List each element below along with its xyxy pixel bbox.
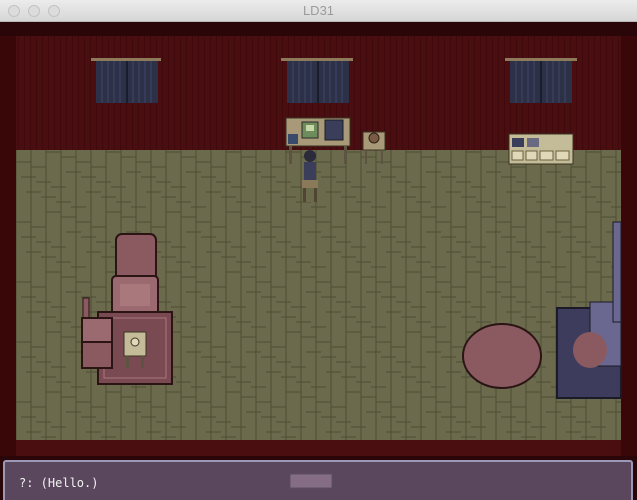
left-wall bbox=[0, 36, 16, 456]
window-curtain-center bbox=[281, 58, 353, 103]
kitchen-counter bbox=[508, 133, 574, 165]
window-title: LD31 bbox=[302, 3, 335, 18]
game-canvas[interactable]: ?: (Hello.) bbox=[0, 22, 637, 500]
armchair bbox=[111, 233, 159, 321]
app-window: LD31 ?: (Hello.) bbox=[0, 0, 637, 500]
dialogue-box[interactable]: ?: (Hello.) bbox=[3, 460, 633, 500]
game-scene bbox=[0, 22, 637, 500]
wooden-floor bbox=[16, 150, 621, 440]
bookshelf bbox=[324, 119, 344, 141]
window-curtain-left bbox=[91, 58, 161, 103]
right-wall bbox=[621, 36, 637, 456]
window-curtain-right bbox=[505, 58, 577, 103]
dialogue-text: ?: (Hello.) bbox=[19, 476, 99, 490]
plant-pot bbox=[368, 132, 380, 144]
player-character bbox=[302, 150, 318, 202]
mug bbox=[288, 134, 298, 144]
round-table bbox=[462, 323, 542, 389]
bottom-wall bbox=[16, 440, 621, 456]
title-bar: LD31 bbox=[0, 0, 637, 22]
